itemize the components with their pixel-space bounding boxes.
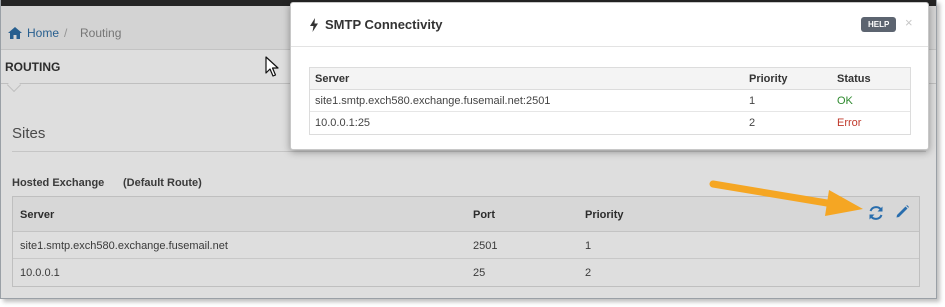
dialog-header: SMTP Connectivity HELP × bbox=[291, 3, 928, 47]
close-icon[interactable]: × bbox=[905, 15, 913, 30]
status-ok: OK bbox=[837, 95, 853, 107]
cell-priority: 1 bbox=[749, 95, 756, 107]
app-window: Home / Routing ROUTING Sites Hosted Exch… bbox=[0, 0, 937, 299]
dialog-title: SMTP Connectivity bbox=[325, 17, 443, 32]
cell-server: site1.smtp.exch580.exchange.fusemail.net… bbox=[315, 95, 551, 107]
cell-server: 10.0.0.1:25 bbox=[315, 117, 371, 129]
table-header: Server Priority Status bbox=[310, 68, 910, 90]
annotation-arrow-icon bbox=[709, 180, 863, 216]
smtp-connectivity-dialog: SMTP Connectivity HELP × Server Priority… bbox=[290, 2, 929, 150]
cursor-icon bbox=[265, 56, 279, 77]
table-row: 10.0.0.1:25 2 Error bbox=[310, 112, 910, 134]
bolt-icon bbox=[310, 18, 318, 32]
column-header-priority: Priority bbox=[749, 73, 788, 85]
cell-priority: 2 bbox=[749, 117, 756, 129]
help-button[interactable]: HELP bbox=[861, 17, 897, 32]
table-row: site1.smtp.exch580.exchange.fusemail.net… bbox=[310, 90, 910, 112]
column-header-status: Status bbox=[837, 73, 871, 85]
status-error: Error bbox=[837, 117, 862, 129]
connectivity-table: Server Priority Status site1.smtp.exch58… bbox=[309, 67, 911, 135]
column-header-server: Server bbox=[315, 73, 350, 85]
